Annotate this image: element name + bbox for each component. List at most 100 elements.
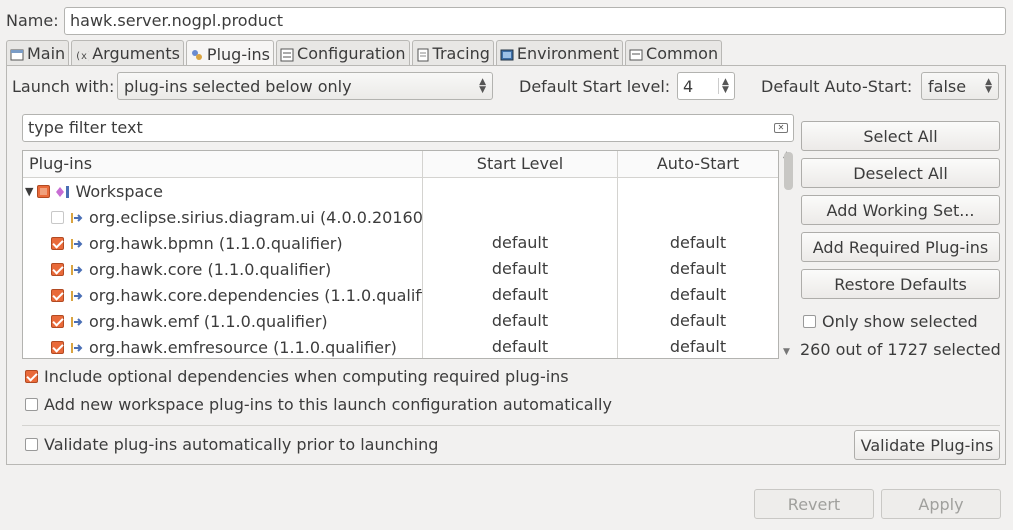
auto-start-cell[interactable]: default: [618, 256, 778, 282]
include-optional-label: Include optional dependencies when compu…: [44, 367, 569, 386]
arguments-tab-icon: (x): [75, 47, 93, 62]
table-header: Plug-ins Start Level Auto-Start: [23, 151, 778, 178]
plugin-name: org.hawk.core (1.1.0.qualifier): [89, 259, 332, 279]
revert-button[interactable]: Revert: [754, 489, 874, 519]
table-row-workspace[interactable]: ▼ Workspace: [23, 178, 778, 204]
svg-text:(x): (x): [75, 51, 89, 62]
tracing-tab-icon: [416, 47, 430, 61]
name-label: Name:: [6, 11, 59, 30]
updown-icon: ▲ ▼: [479, 77, 486, 95]
auto-start-cell[interactable]: default: [618, 334, 778, 358]
plugin-name: org.hawk.emf (1.1.0.qualifier): [89, 311, 328, 331]
column-header-auto-start[interactable]: Auto-Start: [618, 151, 778, 178]
validate-auto-label: Validate plug-ins automatically prior to…: [44, 435, 439, 454]
add-new-workspace-label: Add new workspace plug-ins to this launc…: [44, 395, 612, 414]
add-working-set-button[interactable]: Add Working Set...: [801, 195, 1000, 225]
plugin-name: org.hawk.core.dependencies (1.1.0.qualif…: [89, 285, 423, 305]
table-row[interactable]: org.hawk.emfresource (1.1.0.qualifier) d…: [23, 334, 778, 358]
tab-bar: Main (x) Arguments Plug-ins Configuratio…: [6, 40, 724, 67]
workspace-icon: [56, 184, 72, 198]
auto-start-cell[interactable]: default: [618, 308, 778, 334]
plugin-checkbox[interactable]: [51, 314, 64, 328]
launch-with-select[interactable]: plug-ins selected below only ▲ ▼: [117, 72, 493, 100]
scroll-down-icon[interactable]: ▼: [783, 347, 790, 357]
workspace-checkbox[interactable]: [37, 184, 51, 198]
start-level-value: 4: [683, 76, 694, 96]
plugins-tab-icon: [190, 47, 204, 61]
tab-label: Environment: [516, 44, 620, 63]
tab-label: Plug-ins: [206, 44, 271, 64]
tab-label: Tracing: [432, 44, 490, 63]
apply-button[interactable]: Apply: [881, 489, 1001, 519]
only-show-selected-checkbox[interactable]: Only show selected: [803, 312, 978, 331]
plugin-name: org.hawk.emfresource (1.1.0.qualifier): [89, 337, 397, 357]
start-level-spinner[interactable]: 4 ▲ ▼: [677, 72, 735, 100]
start-level-cell[interactable]: default: [423, 282, 618, 308]
divider: [22, 425, 1000, 426]
validate-plugins-button[interactable]: Validate Plug-ins: [854, 430, 1000, 460]
auto-start-select[interactable]: false ▲ ▼: [921, 72, 999, 100]
plugin-icon: [70, 262, 86, 276]
checkbox-box[interactable]: [25, 438, 38, 451]
column-header-plugins[interactable]: Plug-ins: [23, 151, 423, 178]
start-level-cell[interactable]: default: [423, 230, 618, 256]
workspace-label: Workspace: [75, 181, 163, 201]
filter-input[interactable]: type filter text ✕: [22, 114, 794, 142]
spinner-arrows-icon[interactable]: ▲ ▼: [718, 78, 732, 95]
plugin-checkbox[interactable]: [51, 210, 64, 224]
start-level-cell[interactable]: [423, 204, 618, 230]
auto-start-cell[interactable]: default: [618, 230, 778, 256]
auto-start-cell[interactable]: default: [618, 282, 778, 308]
plugin-name: org.hawk.bpmn (1.1.0.qualifier): [89, 233, 343, 253]
tab-tracing[interactable]: Tracing: [411, 40, 494, 66]
plugin-checkbox[interactable]: [51, 340, 64, 354]
plugin-icon: [70, 340, 86, 354]
auto-start-cell[interactable]: [618, 204, 778, 230]
start-level-cell[interactable]: default: [423, 334, 618, 358]
table-row[interactable]: org.hawk.core (1.1.0.qualifier) default …: [23, 256, 778, 282]
name-input[interactable]: hawk.server.nogpl.product: [64, 7, 1006, 35]
checkbox-box[interactable]: [25, 370, 38, 383]
common-tab-icon: [629, 47, 643, 61]
tab-common[interactable]: Common: [625, 40, 723, 66]
restore-defaults-button[interactable]: Restore Defaults: [801, 269, 1000, 299]
expand-triangle-icon[interactable]: ▼: [25, 185, 33, 198]
tab-label: Common: [646, 44, 719, 63]
add-new-workspace-checkbox[interactable]: Add new workspace plug-ins to this launc…: [25, 395, 612, 414]
start-level-cell[interactable]: default: [423, 256, 618, 282]
auto-start-value: false: [928, 76, 967, 96]
tab-plugins[interactable]: Plug-ins: [185, 40, 275, 67]
tab-environment[interactable]: Environment: [495, 40, 624, 66]
auto-start-label: Default Auto-Start:: [761, 77, 913, 96]
tab-main[interactable]: Main: [6, 40, 70, 66]
deselect-all-button[interactable]: Deselect All: [801, 158, 1000, 188]
updown-icon: ▲ ▼: [985, 77, 992, 95]
configuration-tab-icon: [280, 47, 294, 61]
tab-configuration[interactable]: Configuration: [276, 40, 410, 66]
plugin-checkbox[interactable]: [51, 262, 64, 276]
plugin-icon: [70, 236, 86, 250]
select-all-button[interactable]: Select All: [801, 121, 1000, 151]
include-optional-checkbox[interactable]: Include optional dependencies when compu…: [25, 367, 569, 386]
validate-auto-checkbox[interactable]: Validate plug-ins automatically prior to…: [25, 435, 438, 454]
environment-tab-icon: [500, 47, 514, 61]
clear-icon[interactable]: ✕: [774, 123, 788, 133]
scrollbar-thumb[interactable]: [784, 152, 793, 190]
table-row[interactable]: org.hawk.bpmn (1.1.0.qualifier) default …: [23, 230, 778, 256]
table-row[interactable]: org.hawk.emf (1.1.0.qualifier) default d…: [23, 308, 778, 334]
add-required-plugins-button[interactable]: Add Required Plug-ins: [801, 232, 1000, 262]
start-level-cell[interactable]: default: [423, 308, 618, 334]
tab-label: Arguments: [92, 44, 180, 63]
column-header-start-level[interactable]: Start Level: [423, 151, 618, 178]
main-tab-icon: [10, 47, 24, 61]
plugin-checkbox[interactable]: [51, 288, 64, 302]
table-row[interactable]: org.hawk.core.dependencies (1.1.0.qualif…: [23, 282, 778, 308]
start-level-label: Default Start level:: [519, 77, 671, 96]
table-row[interactable]: org.eclipse.sirius.diagram.ui (4.0.0.201…: [23, 204, 778, 230]
launch-with-label: Launch with:: [12, 77, 115, 96]
checkbox-box[interactable]: [25, 398, 38, 411]
plugin-checkbox[interactable]: [51, 236, 64, 250]
checkbox-box[interactable]: [803, 315, 816, 328]
tab-arguments[interactable]: (x) Arguments: [71, 40, 184, 66]
plugins-table: Plug-ins Start Level Auto-Start ▼ Worksp…: [22, 150, 779, 359]
